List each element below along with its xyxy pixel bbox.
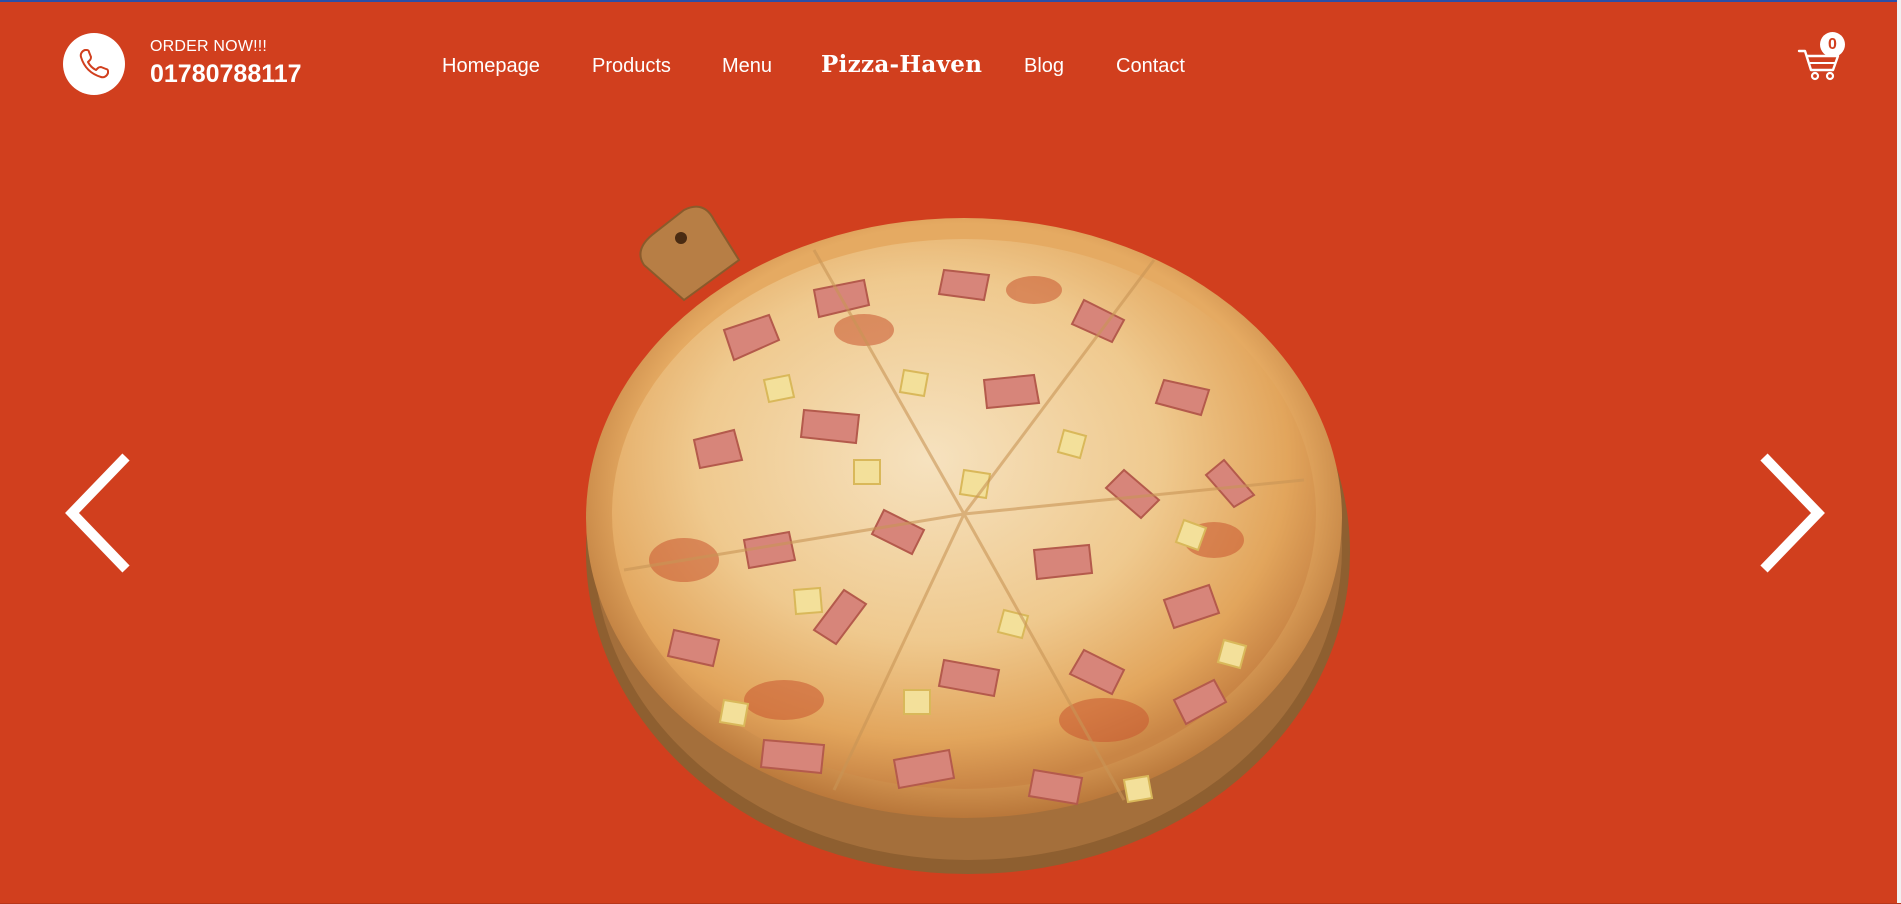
- main-nav: Homepage Products Menu Pizza-Haven Blog …: [0, 50, 1897, 82]
- nav-blog[interactable]: Blog: [1024, 55, 1064, 78]
- nav-contact[interactable]: Contact: [1116, 55, 1185, 78]
- brand-logo[interactable]: Pizza-Haven: [821, 51, 982, 78]
- chevron-right-icon: [1760, 453, 1825, 573]
- nav-homepage[interactable]: Homepage: [442, 55, 540, 78]
- nav-menu[interactable]: Menu: [722, 55, 772, 78]
- nav-products[interactable]: Products: [592, 55, 671, 78]
- slider-prev-button[interactable]: [50, 453, 130, 573]
- cart-button[interactable]: 0: [1796, 32, 1845, 82]
- pizza-image: [586, 205, 1350, 874]
- cart-count-badge: 0: [1820, 32, 1845, 57]
- chevron-left-icon: [65, 453, 130, 573]
- navbar: ORDER NOW!!! 01780788117 Homepage Produc…: [0, 0, 1897, 130]
- scrollbar-track: [1897, 0, 1901, 904]
- hero-slider: [0, 130, 1897, 904]
- slider-next-button[interactable]: [1760, 453, 1840, 573]
